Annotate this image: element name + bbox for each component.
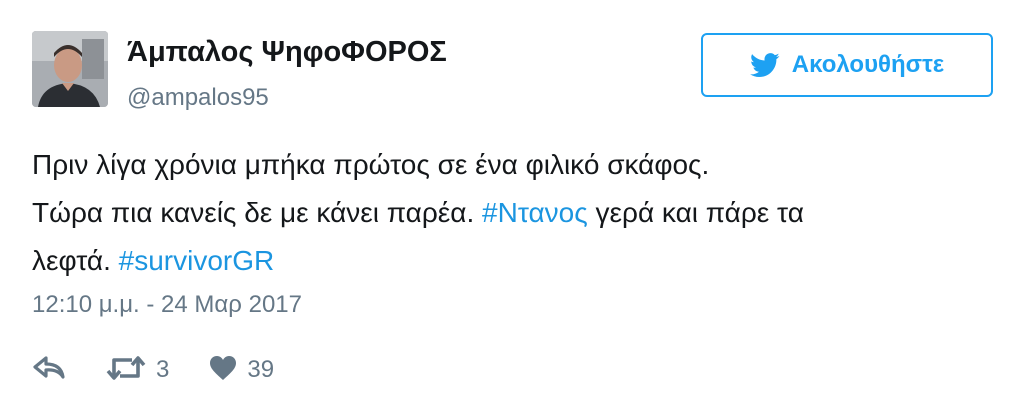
user-handle[interactable]: @ampalos95 xyxy=(127,84,269,112)
twitter-bird-icon xyxy=(749,52,780,78)
reply-icon xyxy=(32,355,66,386)
heart-icon xyxy=(209,355,237,386)
tweet-text-segment: γερά και πάρε τα xyxy=(587,197,804,228)
retweet-icon xyxy=(106,355,146,386)
like-count: 39 xyxy=(247,356,275,383)
user-display-name[interactable]: Άμπαλος ΨηφοΦΟΡΟΣ xyxy=(127,36,447,69)
like-button[interactable]: 39 xyxy=(209,355,274,386)
hashtag-link-ntanos[interactable]: #Ντανος xyxy=(482,197,588,228)
tweet-timestamp[interactable]: 12:10 μ.μ. - 24 Μαρ 2017 xyxy=(32,291,302,319)
tweet-text-segment: λεφτά. xyxy=(32,245,119,276)
follow-button-label: Ακολουθήστε xyxy=(791,51,945,78)
avatar-photo xyxy=(32,31,108,107)
tweet-text: Πριν λίγα χρόνια μπήκα πρώτος σε ένα φιλ… xyxy=(32,141,992,285)
embedded-tweet: Άμπαλος ΨηφοΦΟΡΟΣ @ampalos95 Ακολουθήστε… xyxy=(0,0,1024,410)
tweet-actions: 3 39 xyxy=(32,350,274,390)
follow-button[interactable]: Ακολουθήστε xyxy=(701,33,993,97)
reply-button[interactable] xyxy=(32,355,68,386)
tweet-text-line-1: Πριν λίγα χρόνια μπήκα πρώτος σε ένα φιλ… xyxy=(32,149,710,180)
tweet-text-line-2: Τώρα πια κανείς δε με κάνει παρέα. #Νταν… xyxy=(32,189,992,237)
retweet-count: 3 xyxy=(156,356,170,383)
hashtag-link-survivorgr[interactable]: #survivorGR xyxy=(119,245,275,276)
tweet-text-line-3: λεφτά. #survivorGR xyxy=(32,237,992,285)
tweet-text-segment: Τώρα πια κανείς δε με κάνει παρέα. xyxy=(32,197,483,228)
avatar[interactable] xyxy=(32,31,108,107)
retweet-button[interactable]: 3 xyxy=(106,355,169,386)
